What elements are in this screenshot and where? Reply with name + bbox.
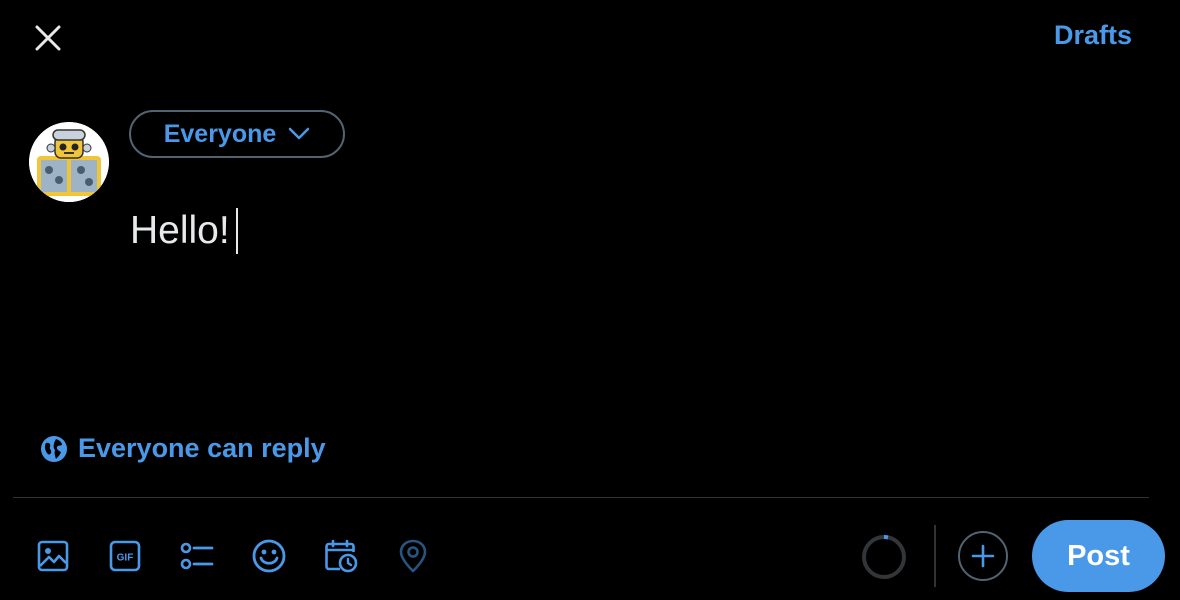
toolbar-separator bbox=[934, 525, 936, 587]
schedule-button[interactable] bbox=[310, 525, 372, 587]
close-button[interactable] bbox=[26, 16, 70, 60]
close-icon bbox=[35, 25, 61, 51]
poll-icon bbox=[180, 542, 214, 570]
media-button[interactable] bbox=[22, 525, 84, 587]
location-icon bbox=[399, 539, 427, 573]
character-progress-ring bbox=[862, 534, 906, 579]
drafts-link[interactable]: Drafts bbox=[1054, 20, 1132, 51]
globe-icon bbox=[41, 435, 67, 462]
robot-avatar-image bbox=[29, 122, 109, 202]
text-caret bbox=[235, 208, 238, 254]
reply-setting-button[interactable]: Everyone can reply bbox=[40, 433, 326, 464]
gif-icon: GIF bbox=[109, 540, 141, 572]
compose-dialog: Drafts Everyone Hello! Everyone can repl… bbox=[0, 0, 1180, 600]
emoji-icon bbox=[252, 539, 286, 573]
compose-toolbar: GIF bbox=[22, 520, 454, 592]
schedule-icon bbox=[325, 539, 358, 573]
image-icon bbox=[37, 540, 69, 572]
plus-icon bbox=[971, 544, 995, 568]
emoji-button[interactable] bbox=[238, 525, 300, 587]
svg-text:GIF: GIF bbox=[117, 553, 134, 564]
location-button[interactable] bbox=[382, 525, 444, 587]
gif-button[interactable]: GIF bbox=[94, 525, 156, 587]
reply-setting-label: Everyone can reply bbox=[78, 433, 326, 463]
compose-textarea[interactable]: Hello! bbox=[130, 208, 238, 254]
post-button[interactable]: Post bbox=[1032, 520, 1165, 592]
chevron-down-icon bbox=[289, 127, 310, 140]
compose-text-value: Hello! bbox=[130, 209, 230, 252]
audience-label: Everyone bbox=[163, 119, 277, 148]
divider bbox=[13, 497, 1149, 498]
audience-selector[interactable]: Everyone bbox=[129, 110, 345, 158]
poll-button[interactable] bbox=[166, 525, 228, 587]
avatar[interactable] bbox=[29, 122, 109, 202]
add-post-button[interactable] bbox=[958, 531, 1008, 581]
